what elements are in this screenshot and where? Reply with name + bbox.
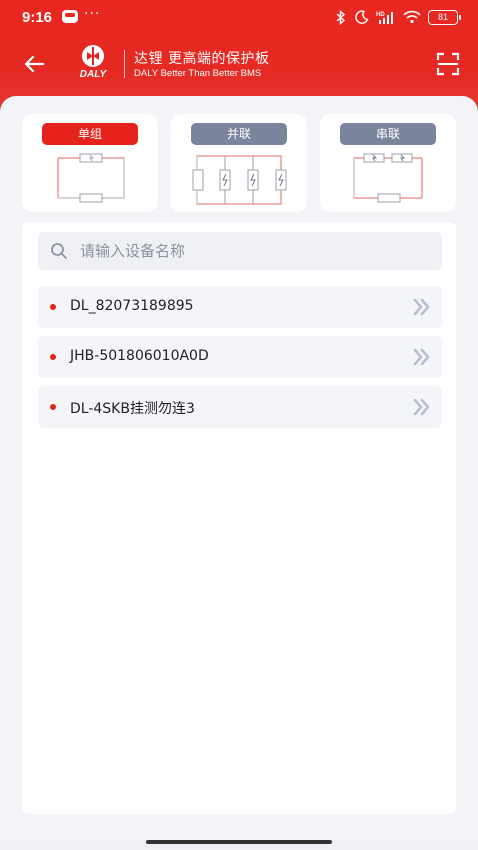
double-chevron-right-icon: [413, 398, 430, 416]
series-battery-diagram-icon: [353, 153, 423, 203]
scan-button[interactable]: [436, 52, 460, 76]
mode-single-label: 单组: [42, 123, 138, 145]
status-icons: HD 81: [334, 9, 461, 25]
main-content: 单组 并联 串联 请输入设备名称 DL_82073189895 JHB-5018…: [0, 96, 478, 840]
device-list-panel: DL_82073189895 JHB-501806010A0D DL-4SKB挂…: [22, 222, 456, 814]
single-battery-diagram-icon: [57, 153, 125, 203]
battery-icon: 81: [428, 9, 461, 25]
status-bar: 9:16 ··· HD 81: [0, 0, 478, 36]
mode-card-parallel[interactable]: 并联: [171, 114, 307, 212]
parallel-battery-diagram-icon: [192, 155, 287, 205]
device-list-item[interactable]: DL-4SKB挂测勿连3: [38, 386, 442, 428]
connection-mode-selector: 单组 并联 串联: [22, 114, 456, 212]
search-icon: [51, 243, 67, 259]
emoji-icon: [62, 10, 78, 23]
device-list-item[interactable]: DL_82073189895: [38, 286, 442, 328]
double-chevron-right-icon: [413, 298, 430, 316]
wifi-icon: [403, 9, 421, 25]
home-indicator[interactable]: [146, 840, 332, 844]
hd-signal-icon: HD: [376, 9, 396, 25]
back-button[interactable]: [18, 50, 50, 78]
arrow-left-icon: [24, 55, 45, 73]
mode-card-series[interactable]: 串联: [320, 114, 456, 212]
search-input[interactable]: [80, 236, 430, 266]
slogan-english: DALY Better Than Better BMS: [134, 68, 262, 79]
status-time: 9:16: [22, 9, 53, 26]
moon-icon: [355, 9, 369, 25]
mode-series-label: 串联: [340, 123, 436, 145]
mode-card-single[interactable]: 单组: [22, 114, 158, 212]
device-name: DL_82073189895: [70, 298, 194, 314]
bluetooth-icon: [334, 9, 348, 25]
status-dot-icon: [50, 404, 56, 410]
mode-parallel-label: 并联: [191, 123, 287, 145]
status-more-dots: ···: [84, 6, 101, 22]
double-chevron-right-icon: [413, 348, 430, 366]
device-name: DL-4SKB挂测勿连3: [70, 401, 195, 417]
device-list-item[interactable]: JHB-501806010A0D: [38, 336, 442, 378]
status-dot-icon: [50, 304, 56, 310]
slogan-chinese: 达锂 更高端的保护板: [134, 51, 270, 67]
status-dot-icon: [50, 354, 56, 360]
device-name: JHB-501806010A0D: [70, 348, 209, 364]
search-box[interactable]: [38, 232, 442, 270]
scan-icon: [436, 52, 460, 76]
daly-logo: DALY: [68, 44, 118, 84]
logo-divider: [124, 50, 125, 78]
logo-text: DALY: [79, 69, 107, 80]
nav-bar: DALY 达锂 更高端的保护板 DALY Better Than Better …: [0, 40, 478, 88]
svg-text:HD: HD: [376, 12, 385, 18]
